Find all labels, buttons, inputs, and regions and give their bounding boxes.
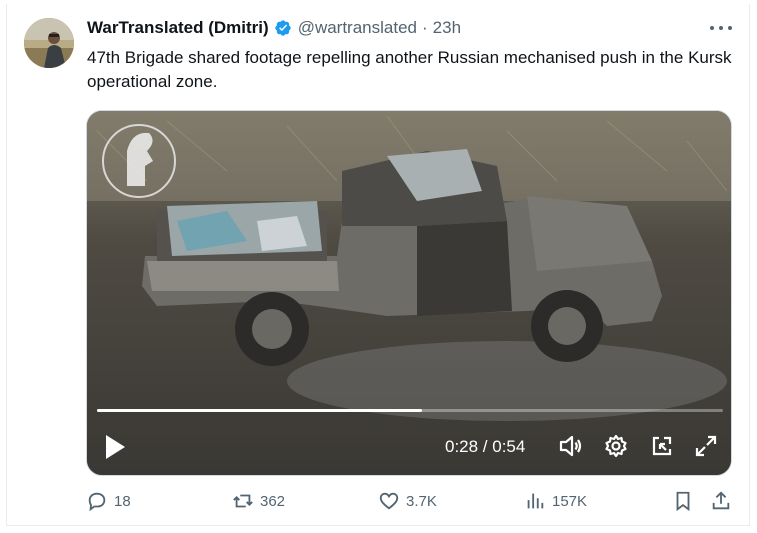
- views-icon: [527, 493, 544, 509]
- verified-icon: [274, 19, 292, 37]
- more-icon[interactable]: [710, 22, 732, 34]
- user-handle[interactable]: @wartranslated: [298, 18, 417, 38]
- tweet-text: 47th Brigade shared footage repelling an…: [87, 48, 732, 91]
- avatar[interactable]: [24, 18, 74, 68]
- play-icon[interactable]: [103, 433, 127, 461]
- like-button[interactable]: 3.7K: [378, 490, 437, 512]
- share-icon: [712, 491, 730, 510]
- video-progress-bar[interactable]: [97, 409, 723, 412]
- settings-icon[interactable]: [603, 433, 629, 459]
- like-icon: [379, 492, 399, 510]
- share-button[interactable]: [710, 490, 738, 512]
- volume-icon[interactable]: [557, 433, 583, 459]
- avatar-image: [24, 18, 74, 68]
- display-name[interactable]: WarTranslated (Dmitri): [87, 18, 269, 38]
- bookmark-icon: [676, 491, 690, 512]
- video-progress-fill: [97, 409, 422, 412]
- video-frame: [87, 111, 731, 475]
- fullscreen-icon[interactable]: [693, 433, 719, 459]
- video-time: 0:28 / 0:54: [445, 437, 526, 456]
- tweet-header: WarTranslated (Dmitri) @wartranslated · …: [87, 18, 461, 38]
- pip-icon[interactable]: [649, 433, 675, 459]
- repost-icon: [233, 494, 253, 508]
- separator-dot: ·: [422, 18, 428, 37]
- reply-count: 18: [114, 492, 131, 510]
- reply-icon: [88, 492, 106, 512]
- tweet-actions: 18 362 3.7K 157K: [0, 490, 757, 518]
- video-player[interactable]: 0:28 / 0:54: [86, 110, 732, 476]
- repost-button[interactable]: 362: [232, 490, 285, 512]
- timestamp[interactable]: 23h: [433, 18, 461, 38]
- bookmark-button[interactable]: [672, 490, 700, 512]
- views-button[interactable]: 157K: [524, 490, 587, 512]
- reply-button[interactable]: 18: [86, 490, 131, 512]
- like-count: 3.7K: [406, 492, 437, 510]
- view-count: 157K: [552, 492, 588, 510]
- repost-count: 362: [260, 492, 286, 510]
